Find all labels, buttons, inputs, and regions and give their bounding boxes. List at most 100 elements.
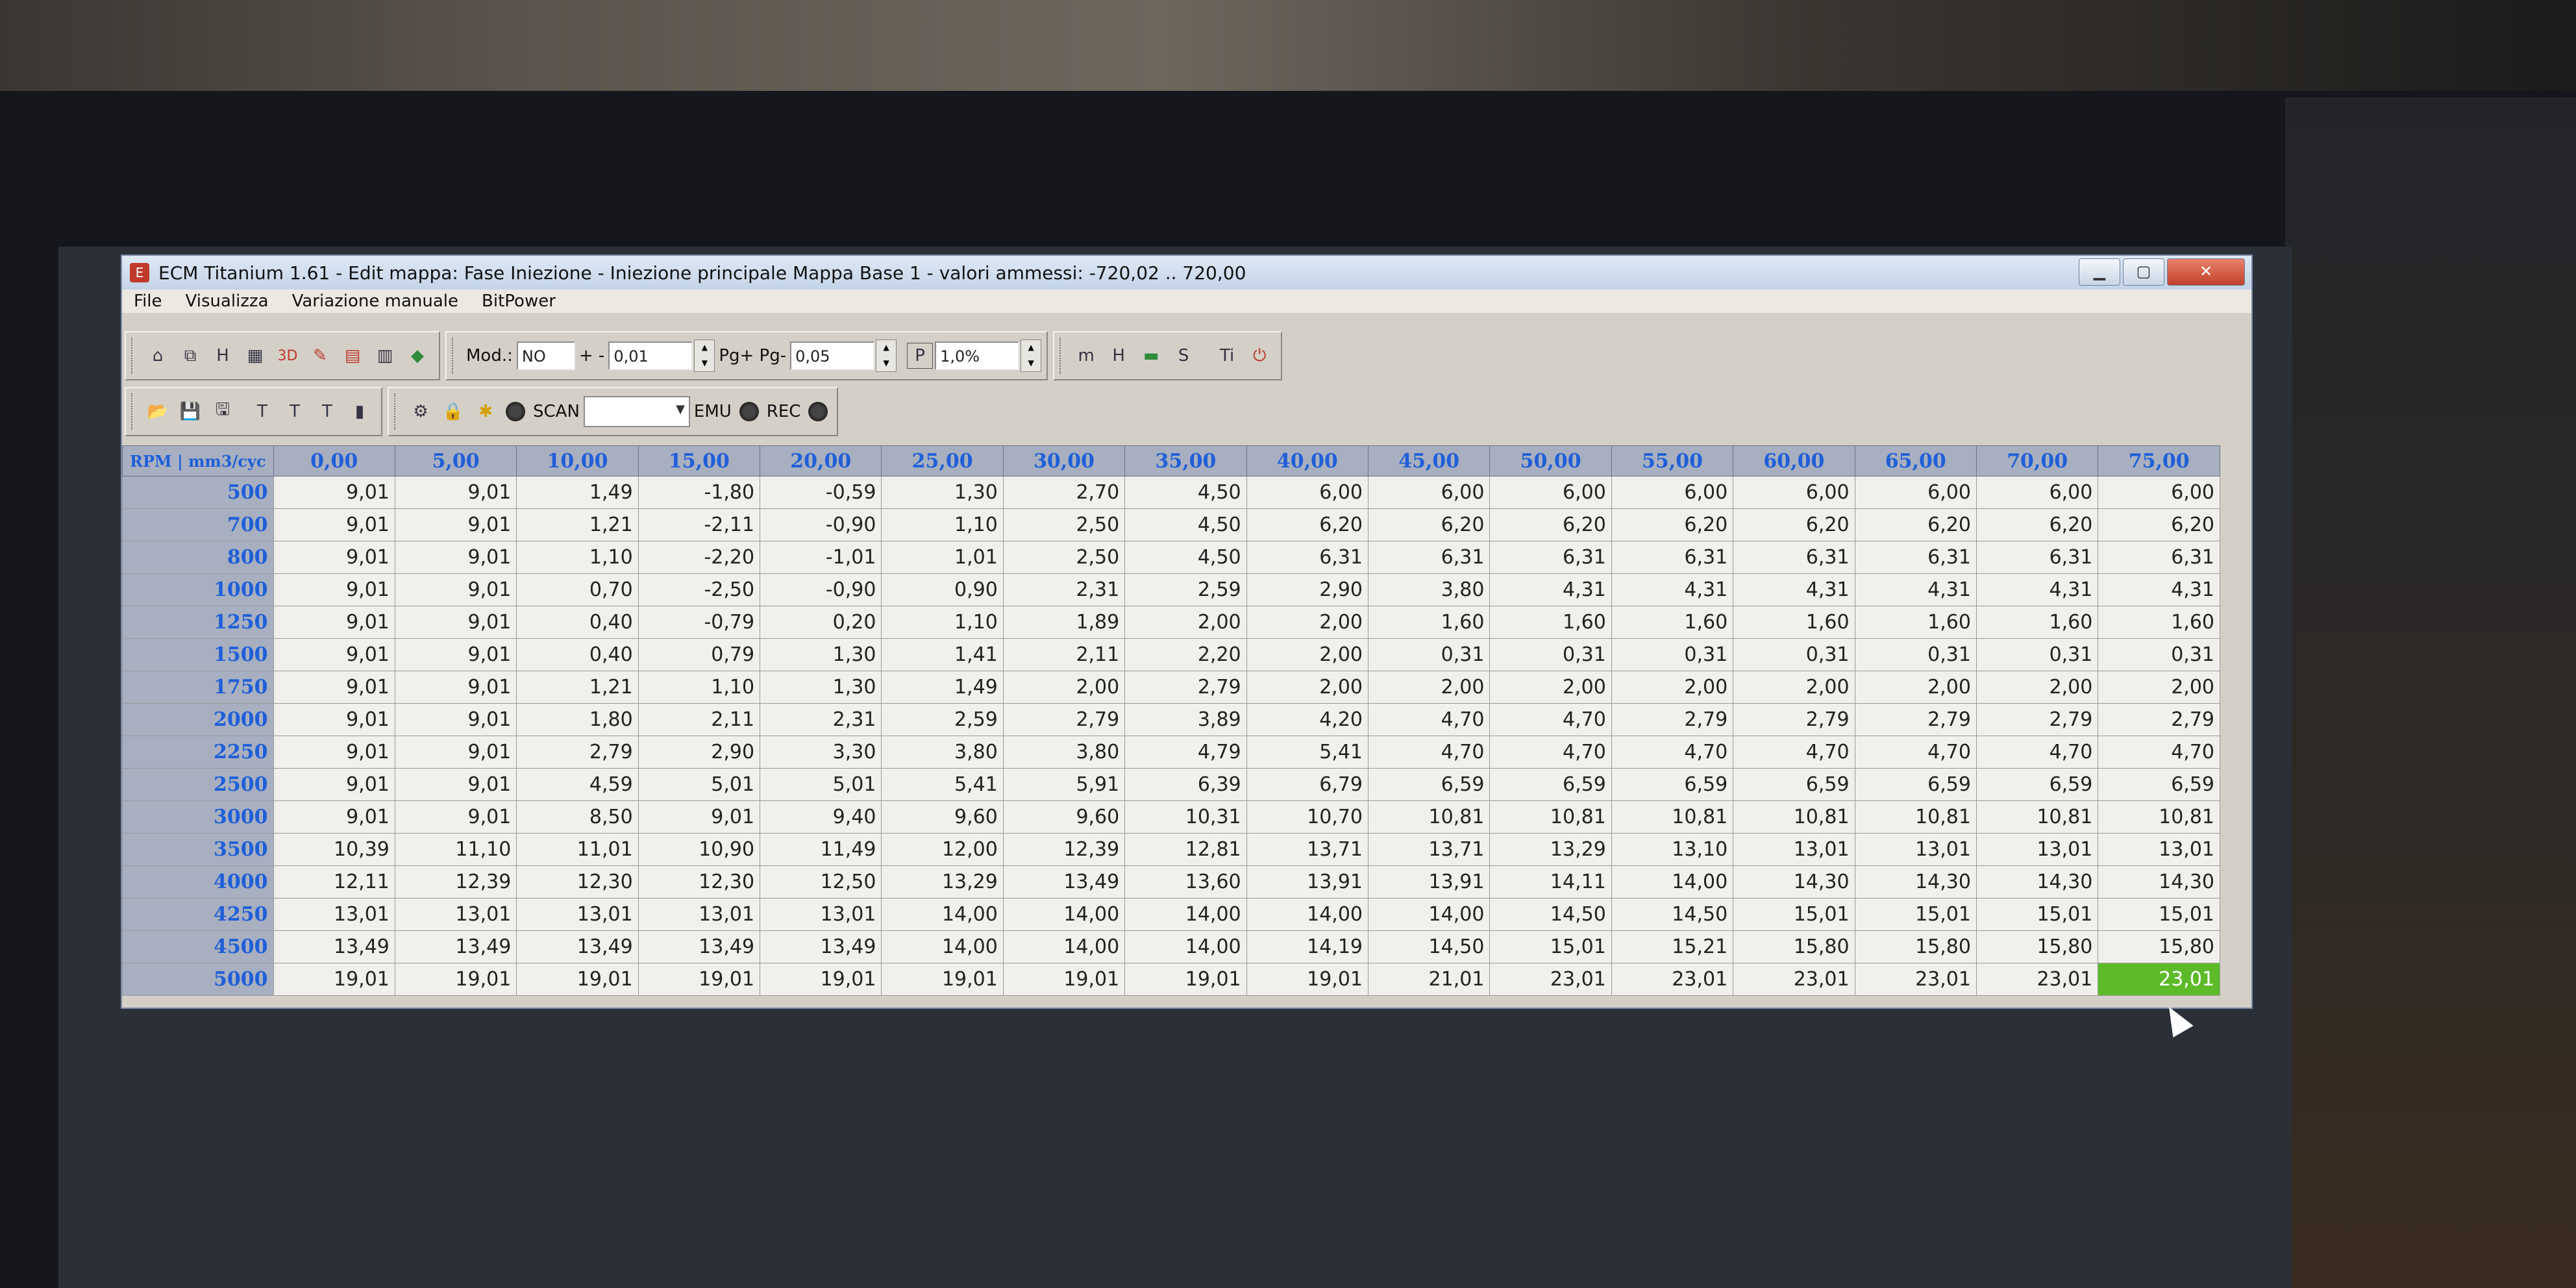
map-cell[interactable]: 11,10 [394,833,517,866]
column-header[interactable]: 0,00 [273,445,395,477]
map-cell[interactable]: 12,39 [394,865,517,898]
map-cell[interactable]: 2,11 [638,703,761,736]
map-cell[interactable]: 2,50 [1002,508,1126,541]
map-cell[interactable]: 0,90 [881,573,1004,606]
map-cell[interactable]: 9,01 [394,671,517,704]
row-header-rpm[interactable]: 1750 [122,671,274,704]
map-cell[interactable]: 13,71 [1368,833,1491,866]
map-cell[interactable]: 2,00 [1611,671,1734,704]
column-header[interactable]: 10,00 [516,445,639,477]
template-icon[interactable]: T [248,397,277,426]
map-cell[interactable]: 6,00 [1975,476,2099,509]
map-cell[interactable]: 1,30 [760,638,882,671]
map-cell[interactable]: 6,20 [1733,508,1855,541]
map-cell[interactable]: 19,01 [638,963,761,996]
map-cell[interactable]: 5,91 [1002,768,1126,801]
close-button[interactable]: ✕ [2167,258,2245,286]
map-cell[interactable]: 2,20 [1124,638,1247,671]
toolbar-grip[interactable] [131,338,136,374]
map-cell[interactable]: 0,31 [1733,638,1855,671]
map-cell[interactable]: 2,31 [1002,573,1126,606]
map-cell[interactable]: 9,60 [1002,800,1126,834]
hex-view-icon[interactable]: H [208,341,237,370]
map-cell[interactable]: -2,11 [638,508,761,541]
row-header-rpm[interactable]: 2000 [122,703,274,736]
map-cell[interactable]: 6,20 [1854,508,1977,541]
column-header[interactable]: 30,00 [1002,445,1126,477]
color-icon[interactable]: ◆ [403,341,432,370]
map-cell[interactable]: -2,20 [638,541,761,574]
map-cell[interactable]: 19,01 [516,963,639,996]
map-cell[interactable]: 12,00 [881,833,1004,866]
map-cell[interactable]: 14,50 [1489,898,1612,931]
map-cell[interactable]: 9,60 [881,800,1004,834]
map-cell[interactable]: 6,59 [1733,768,1855,801]
map-cell[interactable]: 2,11 [1002,638,1126,671]
map-cell[interactable]: 14,11 [1489,865,1612,898]
map-cell[interactable]: 15,01 [2098,898,2220,931]
row-header-rpm[interactable]: 3000 [122,800,274,834]
menu-bitpower[interactable]: BitPower [470,291,567,311]
maximize-button[interactable]: ▢ [2123,258,2164,286]
s-mode-icon[interactable]: S [1169,341,1198,370]
column-header[interactable]: 60,00 [1733,445,1855,477]
row-header-rpm[interactable]: 1500 [122,638,274,671]
map-cell[interactable]: 10,81 [1975,800,2099,834]
map-cell[interactable]: 13,49 [394,930,517,963]
map-cell[interactable]: -1,80 [638,476,761,509]
panel-icon[interactable]: ▮ [345,397,374,426]
map-cell[interactable]: 5,01 [760,768,882,801]
map-cell[interactable]: -0,90 [760,508,882,541]
map-cell[interactable]: 13,49 [760,930,882,963]
map-cell[interactable]: 14,19 [1246,930,1369,963]
map-cell[interactable]: 3,80 [1368,573,1491,606]
map-cell[interactable]: 12,30 [638,865,761,898]
map-cell[interactable]: 6,59 [1975,768,2099,801]
toolbar-grip[interactable] [131,393,136,430]
map-cell[interactable]: 14,00 [881,898,1004,931]
map-cell[interactable]: 13,10 [1611,833,1734,866]
row-header-rpm[interactable]: 800 [122,541,274,574]
emu-led-icon[interactable] [739,402,759,421]
map-cell[interactable]: 23,01 [1611,963,1734,996]
map-cell[interactable]: 10,81 [1733,800,1855,834]
map-cell[interactable]: 2,79 [1975,703,2099,736]
map-cell[interactable]: 10,81 [1368,800,1491,834]
lock-icon[interactable]: 🔒 [439,397,467,426]
map-cell[interactable]: 14,00 [1002,898,1126,931]
row-header-rpm[interactable]: 5000 [122,963,274,996]
map-cell[interactable]: 19,01 [881,963,1004,996]
run-icon[interactable]: ✱ [471,397,500,426]
map-cell[interactable]: 15,21 [1611,930,1734,963]
map-cell[interactable]: 12,39 [1002,833,1126,866]
map-cell[interactable]: 2,79 [2098,703,2220,736]
map-cell[interactable]: 13,91 [1368,865,1491,898]
map-cell[interactable]: 2,00 [1854,671,1977,704]
map-cell[interactable]: 0,31 [1611,638,1734,671]
map-cell[interactable]: 5,41 [881,768,1004,801]
map-cell[interactable]: 6,20 [1246,508,1369,541]
column-header[interactable]: 65,00 [1854,445,1977,477]
save-as-icon[interactable]: 🖫 [208,397,237,426]
map-cell[interactable]: 15,01 [1733,898,1855,931]
title-bar[interactable]: E ECM Titanium 1.61 - Edit mappa: Fase I… [122,256,2251,290]
map-cell[interactable]: 2,79 [1002,703,1126,736]
map-cell[interactable]: 4,59 [516,768,639,801]
map-cell[interactable]: 10,90 [638,833,761,866]
map-cell[interactable]: 14,00 [1611,865,1734,898]
rec-led-icon[interactable] [808,402,828,421]
map-cell[interactable]: 1,60 [1975,606,2099,639]
map-cell[interactable]: -0,59 [760,476,882,509]
map-cell[interactable]: 9,01 [394,606,517,639]
map-cell[interactable]: 9,01 [638,800,761,834]
map-cell[interactable]: 9,01 [394,476,517,509]
map-cell[interactable]: 9,01 [394,800,517,834]
map-cell[interactable]: 1,21 [516,508,639,541]
map-cell[interactable]: 1,01 [881,541,1004,574]
map-cell[interactable]: 12,50 [760,865,882,898]
percent-icon[interactable]: P [907,343,934,369]
map-cell[interactable]: 9,40 [760,800,882,834]
toolbar-grip[interactable] [1059,338,1065,374]
map-cell[interactable]: 6,59 [1489,768,1612,801]
map-cell[interactable]: 14,00 [881,930,1004,963]
